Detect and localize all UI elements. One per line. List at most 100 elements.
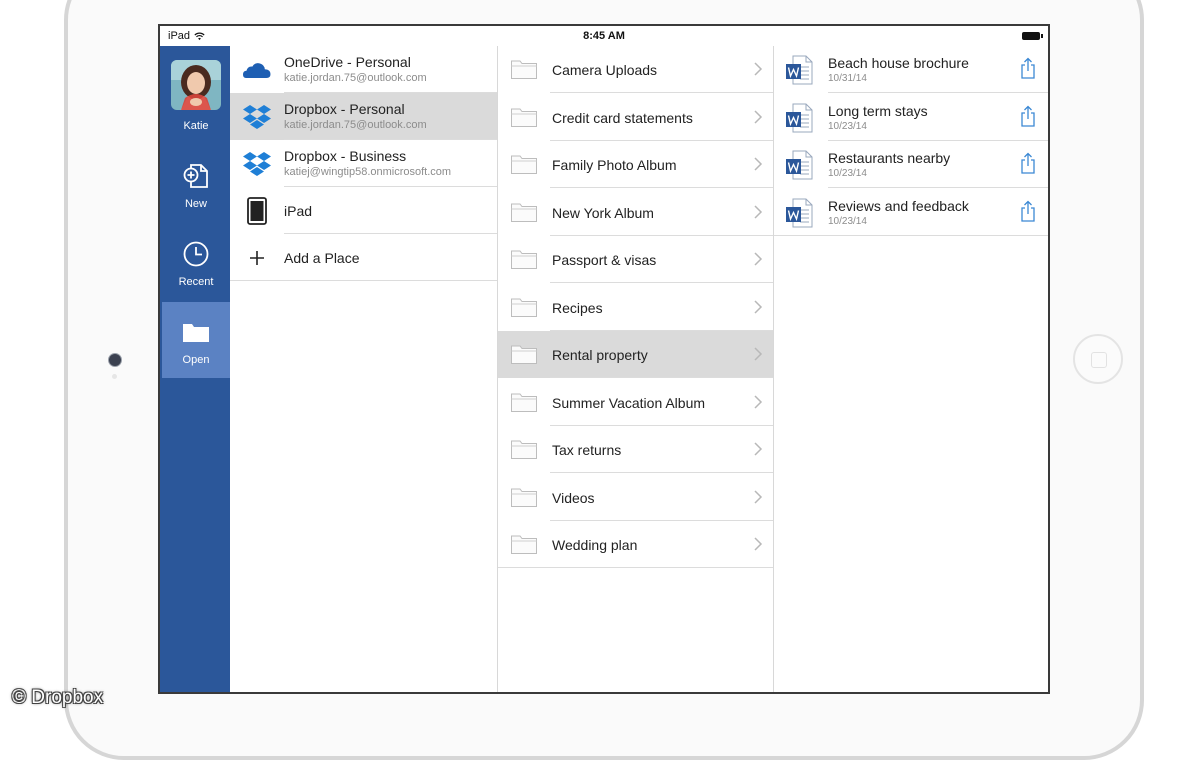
folder-label: Recipes [552, 299, 603, 316]
folder-icon [511, 155, 537, 174]
nav-new[interactable]: New [162, 146, 230, 222]
folder-row[interactable]: Passport & visas [498, 236, 773, 283]
place-title: Add a Place [284, 250, 360, 266]
folder-label: Summer Vacation Album [552, 394, 706, 411]
folder-row[interactable]: Family Photo Album [498, 141, 773, 188]
place-title: Dropbox - Personal [284, 101, 405, 117]
place-title: iPad [284, 203, 313, 219]
nav-rail: Katie New Recent Open [160, 46, 230, 692]
share-icon[interactable] [1020, 152, 1036, 174]
file-date: 10/31/14 [828, 73, 867, 84]
folder-label: Credit card statements [552, 109, 693, 126]
places-pane: OneDrive - Personal katie.jordan.75@outl… [230, 46, 498, 692]
folder-icon [511, 535, 537, 554]
chevron-right-icon [754, 442, 763, 456]
file-row[interactable]: Reviews and feedback 10/23/14 [774, 189, 1048, 236]
home-button[interactable] [1073, 334, 1123, 384]
plus-icon [250, 251, 264, 265]
battery-icon [1022, 32, 1043, 40]
folder-icon [511, 108, 537, 127]
file-name: Restaurants nearby [828, 150, 951, 166]
folder-label: Tax returns [552, 442, 622, 458]
nav-account[interactable]: Katie [162, 46, 230, 132]
status-time: 8:45 AM [583, 30, 625, 42]
place-title: Dropbox - Business [284, 148, 407, 164]
folder-label: Family Photo Album [552, 157, 677, 173]
row-divider [498, 567, 773, 568]
word-document-icon [786, 198, 813, 227]
folder-icon [511, 250, 537, 269]
nav-open-label: Open [182, 354, 210, 366]
folder-icon [511, 393, 537, 412]
nav-open[interactable]: Open [162, 302, 230, 378]
chevron-right-icon [754, 252, 763, 266]
place-title: OneDrive - Personal [284, 54, 411, 70]
place-dropbox-business[interactable]: Dropbox - Business katiej@wingtip58.onmi… [230, 140, 497, 187]
folder-label: New York Album [552, 204, 654, 221]
place-dropbox-personal[interactable]: Dropbox - Personal katie.jordan.75@outlo… [230, 93, 497, 140]
new-document-icon [183, 164, 208, 188]
folder-row[interactable]: New York Album [498, 189, 773, 236]
watermark: © Dropbox [12, 687, 104, 708]
nav-recent-label: Recent [178, 276, 214, 288]
file-row[interactable]: Beach house brochure 10/31/14 [774, 46, 1048, 93]
front-camera [108, 353, 122, 367]
folder-row[interactable]: Recipes [498, 284, 773, 331]
folder-row[interactable]: Rental property [498, 331, 773, 378]
chevron-right-icon [754, 299, 763, 314]
folder-icon [511, 203, 537, 222]
place-subtitle: katiej@wingtip58.onmicrosoft.com [284, 166, 452, 178]
folder-row[interactable]: Tax returns [498, 426, 773, 473]
nav-new-label: New [184, 198, 207, 210]
file-name: Beach house brochure [828, 55, 969, 71]
folder-icon [511, 298, 537, 317]
folder-label: Videos [552, 489, 595, 506]
file-row[interactable]: Long term stays 10/23/14 [774, 94, 1048, 141]
place-subtitle: katie.jordan.75@outlook.com [284, 119, 427, 131]
file-name: Reviews and feedback [828, 197, 969, 214]
place-onedrive-personal[interactable]: OneDrive - Personal katie.jordan.75@outl… [230, 46, 497, 93]
clock-icon [183, 241, 209, 267]
file-name: Long term stays [828, 102, 928, 119]
status-bar: iPad 8:45 AM [160, 26, 1048, 46]
nav-recent[interactable]: Recent [162, 224, 230, 300]
chevron-right-icon [754, 394, 763, 409]
file-date: 10/23/14 [828, 120, 867, 132]
share-icon[interactable] [1020, 57, 1036, 79]
share-icon[interactable] [1020, 200, 1036, 222]
chevron-right-icon [754, 537, 763, 551]
chevron-right-icon [754, 109, 763, 124]
chevron-right-icon [754, 347, 763, 361]
add-a-place-button[interactable]: Add a Place [230, 234, 497, 281]
chevron-right-icon [754, 157, 763, 171]
folder-row[interactable]: Wedding plan [498, 521, 773, 568]
user-name: Katie [183, 120, 209, 132]
place-ipad[interactable]: iPad [230, 187, 497, 234]
place-subtitle: katie.jordan.75@outlook.com [284, 72, 427, 84]
dropbox-icon [243, 105, 271, 129]
folder-row[interactable]: Videos [498, 474, 773, 521]
avatar-photo-icon [171, 60, 221, 110]
folder-icon [511, 488, 537, 507]
chevron-right-icon [754, 489, 763, 504]
folder-row[interactable]: Credit card statements [498, 94, 773, 141]
avatar [171, 60, 221, 110]
word-document-icon [786, 55, 813, 85]
ipad-screen: iPad 8:45 AM Katie New Recent Open OneDr… [158, 24, 1050, 694]
folder-icon [511, 345, 537, 364]
folder-label: Passport & visas [552, 252, 657, 268]
onedrive-cloud-icon [243, 63, 271, 78]
dropbox-icon [243, 152, 271, 176]
file-row[interactable]: Restaurants nearby 10/23/14 [774, 141, 1048, 188]
folder-row[interactable]: Camera Uploads [498, 46, 773, 93]
row-divider [774, 234, 1048, 236]
word-document-icon [786, 150, 813, 180]
ipad-device-icon [247, 197, 267, 225]
file-date: 10/23/14 [828, 168, 867, 179]
word-document-icon [786, 103, 813, 132]
share-icon[interactable] [1020, 105, 1036, 127]
chevron-right-icon [754, 62, 763, 76]
folder-row[interactable]: Summer Vacation Album [498, 379, 773, 426]
folder-icon [511, 60, 537, 79]
folder-open-icon [183, 324, 209, 342]
